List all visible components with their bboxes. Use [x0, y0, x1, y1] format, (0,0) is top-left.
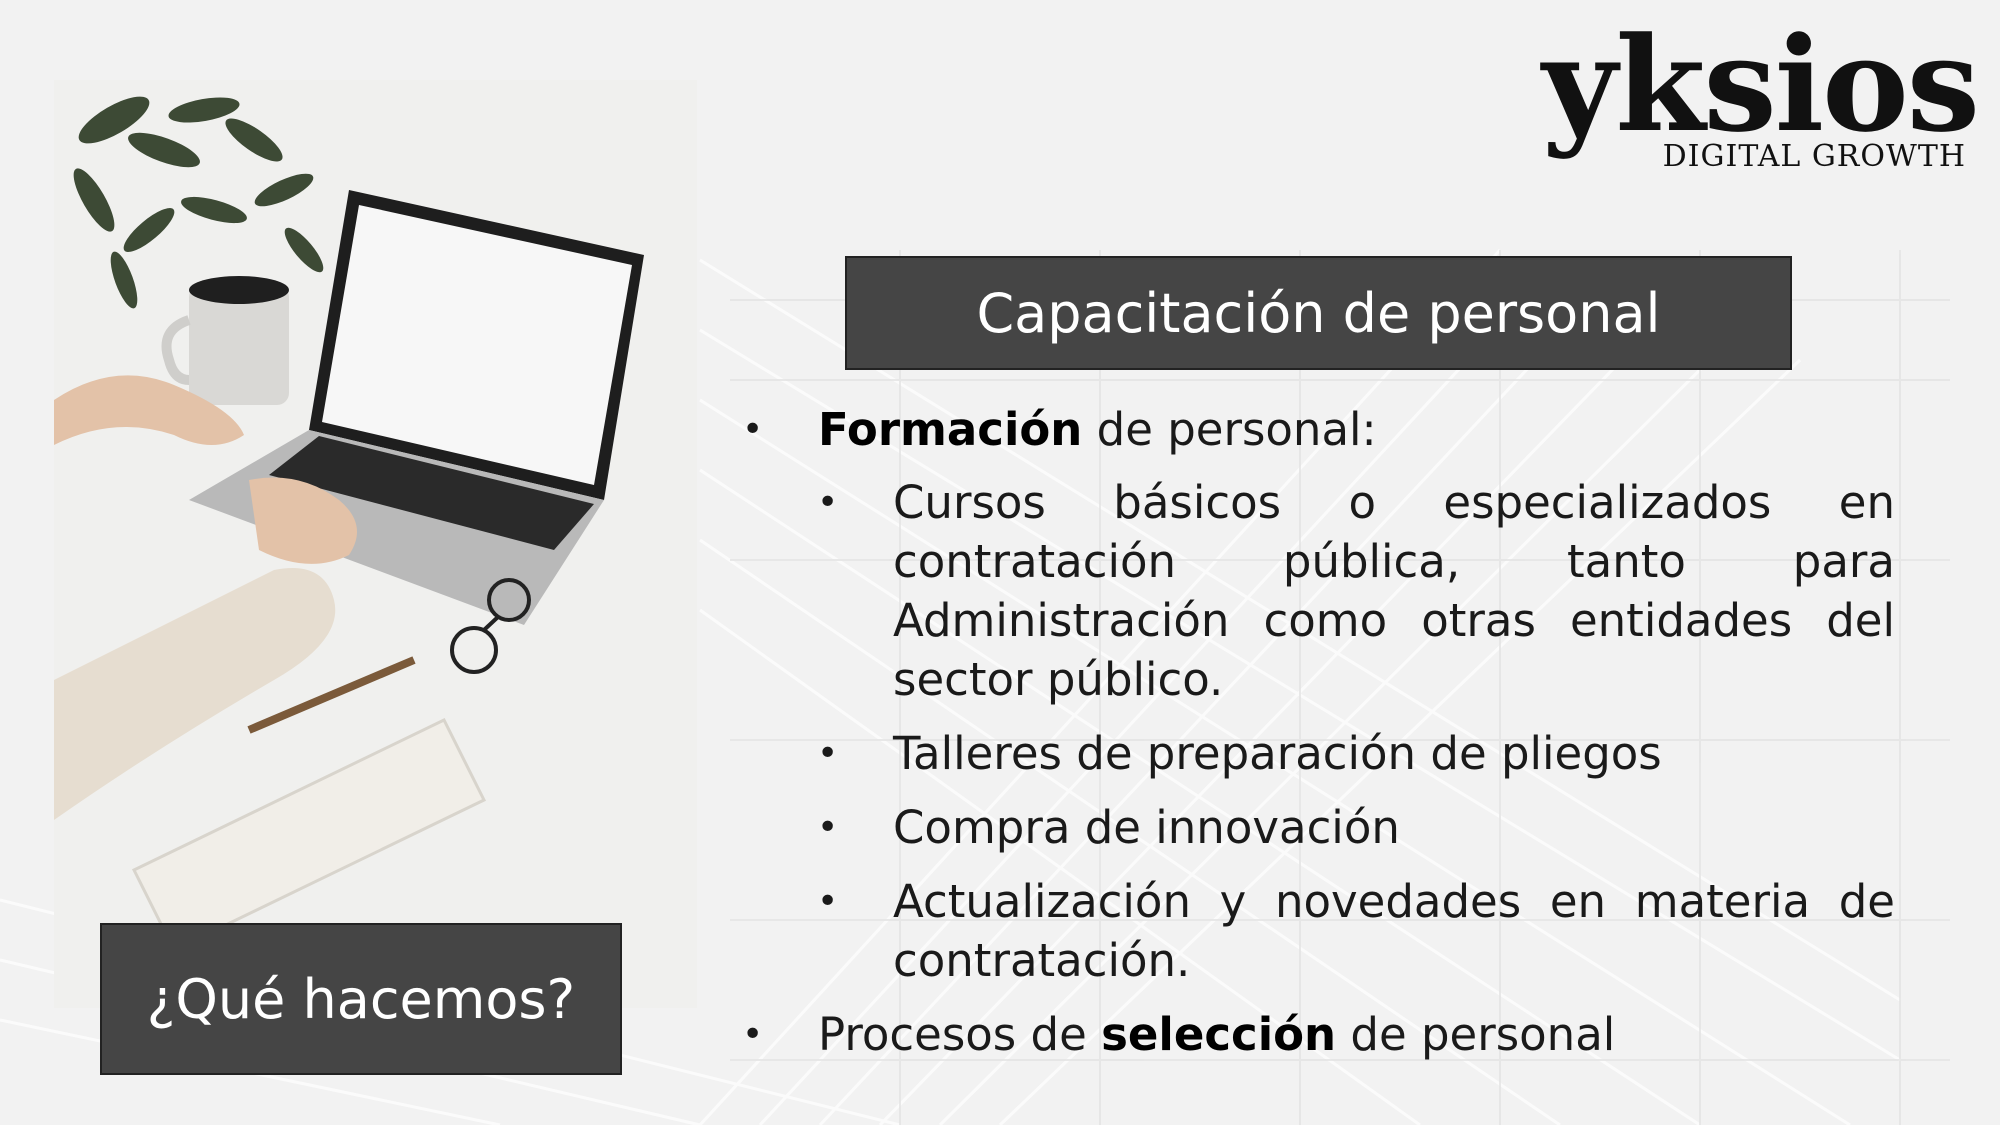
logo-wordmark: yksios	[1541, 8, 1980, 161]
laptop-desk-photo	[54, 80, 697, 1008]
sublist-item: • Talleres de preparación de pliegos	[740, 724, 1895, 783]
bullet-list: • Formación de personal: • Cursos básico…	[740, 400, 1895, 1064]
logo-tagline: DIGITAL GROWTH	[1662, 139, 1966, 174]
section-caption: ¿Qué hacemos?	[100, 923, 622, 1075]
list-item-seleccion: • Procesos de selección de personal	[740, 1005, 1895, 1064]
sublist-item: • Compra de innovación	[740, 798, 1895, 857]
sublist-item-text: Talleres de preparación de pliegos	[893, 727, 1662, 780]
bullet-icon: •	[817, 807, 839, 848]
company-logo: yksios DIGITAL GROWTH	[1542, 20, 1980, 180]
bullet-icon: •	[742, 1014, 764, 1055]
list-item-text: de personal	[1336, 1008, 1616, 1061]
bullet-icon: •	[817, 482, 839, 523]
bullet-icon: •	[742, 409, 764, 450]
bullet-icon: •	[817, 881, 839, 922]
list-item-text: de personal:	[1082, 403, 1377, 456]
sublist-item: • Actualización y novedades en materia d…	[740, 872, 1895, 990]
list-item-formacion: • Formación de personal:	[740, 400, 1895, 459]
sublist-item-text: Cursos básicos o especializados en contr…	[893, 476, 1895, 706]
bullet-icon: •	[817, 733, 839, 774]
sublist-item-text: Actualización y novedades en materia de …	[893, 875, 1895, 987]
sublist-item: • Cursos básicos o especializados en con…	[740, 473, 1895, 709]
list-item-strong: selección	[1101, 1008, 1337, 1061]
page-title: Capacitación de personal	[845, 256, 1792, 370]
list-item-strong: Formación	[818, 403, 1083, 456]
list-item-text: Procesos de	[818, 1008, 1102, 1061]
sublist-item-text: Compra de innovación	[893, 801, 1400, 854]
